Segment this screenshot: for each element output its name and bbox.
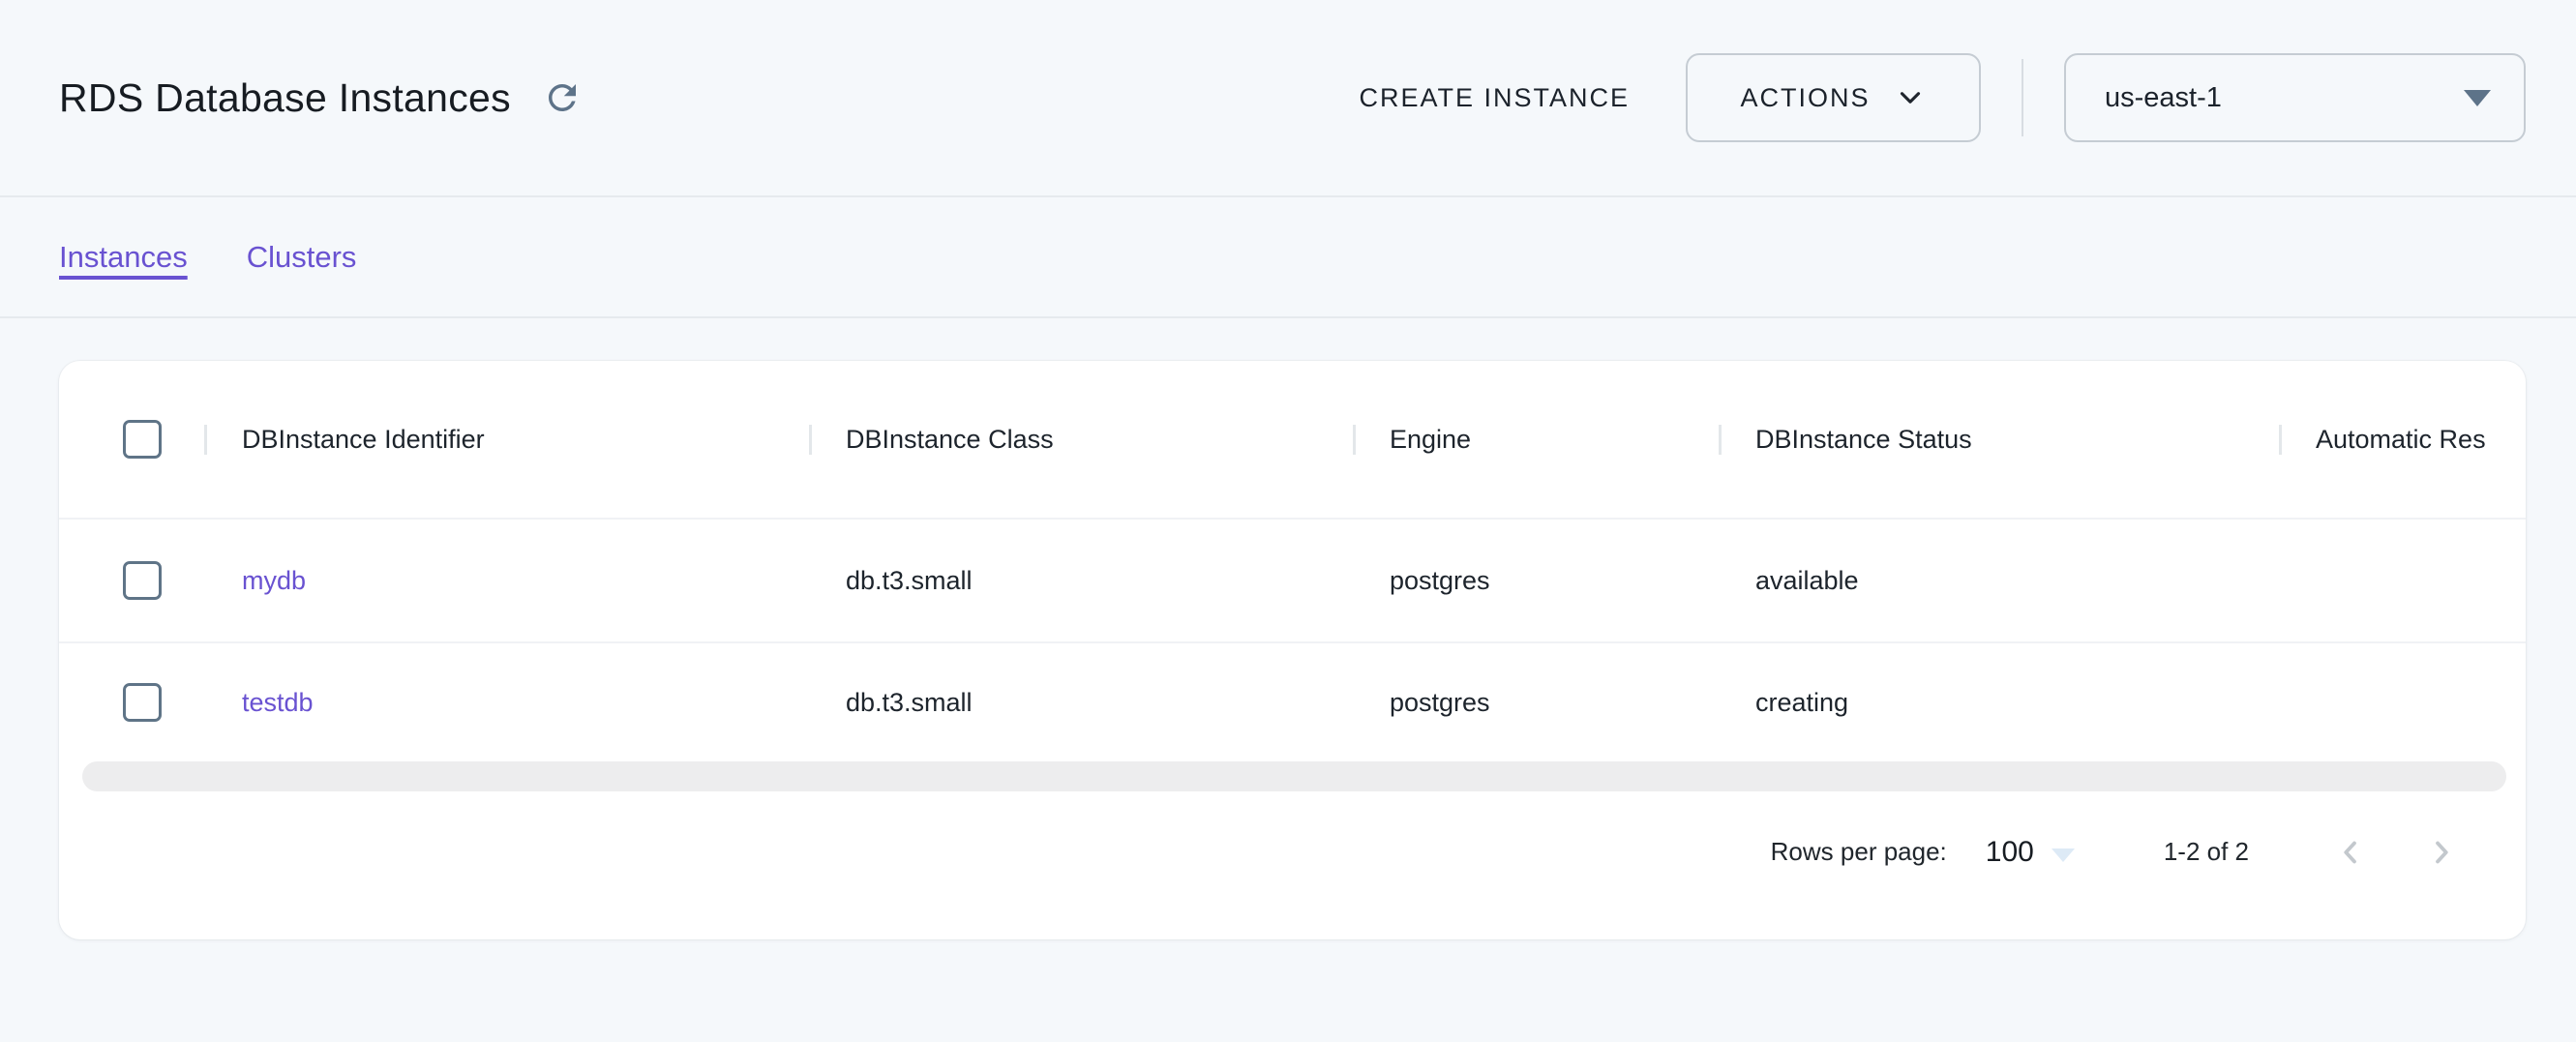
rds-console-page: RDS Database Instances CREATE INSTANCE A…	[0, 0, 2576, 1042]
instance-class-cell: db.t3.small	[809, 566, 1353, 596]
horizontal-scrollbar[interactable]	[82, 761, 2506, 791]
column-header-engine: Engine	[1353, 425, 1719, 455]
rows-per-page-label: Rows per page:	[1771, 837, 1947, 867]
refresh-button[interactable]	[538, 74, 586, 122]
column-header-dbinstance-class: DBInstance Class	[809, 425, 1353, 455]
region-select-value: us-east-1	[2105, 82, 2222, 114]
pagination-bar: Rows per page: 100 1-2 of 2	[59, 791, 2526, 934]
header-checkbox-cell	[59, 420, 204, 459]
instance-engine-cell: postgres	[1353, 688, 1719, 718]
instance-identifier-link[interactable]: mydb	[204, 566, 809, 596]
instance-status-cell: creating	[1719, 688, 2279, 718]
pagination-range: 1-2 of 2	[2164, 837, 2249, 867]
instance-identifier-link[interactable]: testdb	[204, 688, 809, 718]
tab-clusters[interactable]: Clusters	[247, 240, 357, 275]
column-header-automatic-restart: Automatic Res	[2279, 425, 2526, 455]
region-select[interactable]: us-east-1	[2064, 53, 2526, 142]
row-checkbox[interactable]	[123, 561, 162, 600]
row-checkbox[interactable]	[123, 683, 162, 722]
instance-status-cell: available	[1719, 566, 2279, 596]
previous-page-button[interactable]	[2332, 834, 2369, 871]
toolbar: CREATE INSTANCE ACTIONS us-east-1	[1345, 53, 2526, 142]
column-header-dbinstance-status: DBInstance Status	[1719, 425, 2279, 455]
instance-engine-cell: postgres	[1353, 566, 1719, 596]
rows-per-page-select[interactable]: 100	[1986, 836, 2075, 869]
tab-instances[interactable]: Instances	[59, 240, 188, 275]
column-header-dbinstance-identifier: DBInstance Identifier	[204, 425, 809, 455]
table-row: mydb db.t3.small postgres available	[59, 520, 2526, 643]
table-header-row: DBInstance Identifier DBInstance Class E…	[59, 361, 2526, 520]
next-page-button[interactable]	[2423, 834, 2460, 871]
table-row: testdb db.t3.small postgres creating	[59, 643, 2526, 761]
horizontal-scrollbar-thumb[interactable]	[82, 761, 2506, 791]
select-all-checkbox[interactable]	[123, 420, 162, 459]
chevron-down-icon	[1894, 81, 1927, 114]
chevron-right-icon	[2423, 834, 2460, 871]
tabs-bar: Instances Clusters	[0, 197, 2576, 318]
actions-button[interactable]: ACTIONS	[1686, 53, 1981, 142]
instance-class-cell: db.t3.small	[809, 688, 1353, 718]
dropdown-arrow-icon	[2464, 90, 2491, 106]
refresh-icon	[542, 77, 583, 118]
toolbar-divider	[2022, 59, 2023, 136]
select-caret-icon	[2052, 848, 2075, 862]
rows-per-page-value: 100	[1986, 836, 2034, 869]
row-checkbox-cell	[59, 561, 204, 600]
row-checkbox-cell	[59, 683, 204, 722]
chevron-left-icon	[2332, 834, 2369, 871]
page-header: RDS Database Instances CREATE INSTANCE A…	[0, 0, 2576, 197]
actions-button-label: ACTIONS	[1740, 83, 1870, 113]
create-instance-button[interactable]: CREATE INSTANCE	[1345, 74, 1643, 123]
page-title: RDS Database Instances	[59, 75, 511, 121]
instances-table-card: DBInstance Identifier DBInstance Class E…	[59, 361, 2526, 939]
